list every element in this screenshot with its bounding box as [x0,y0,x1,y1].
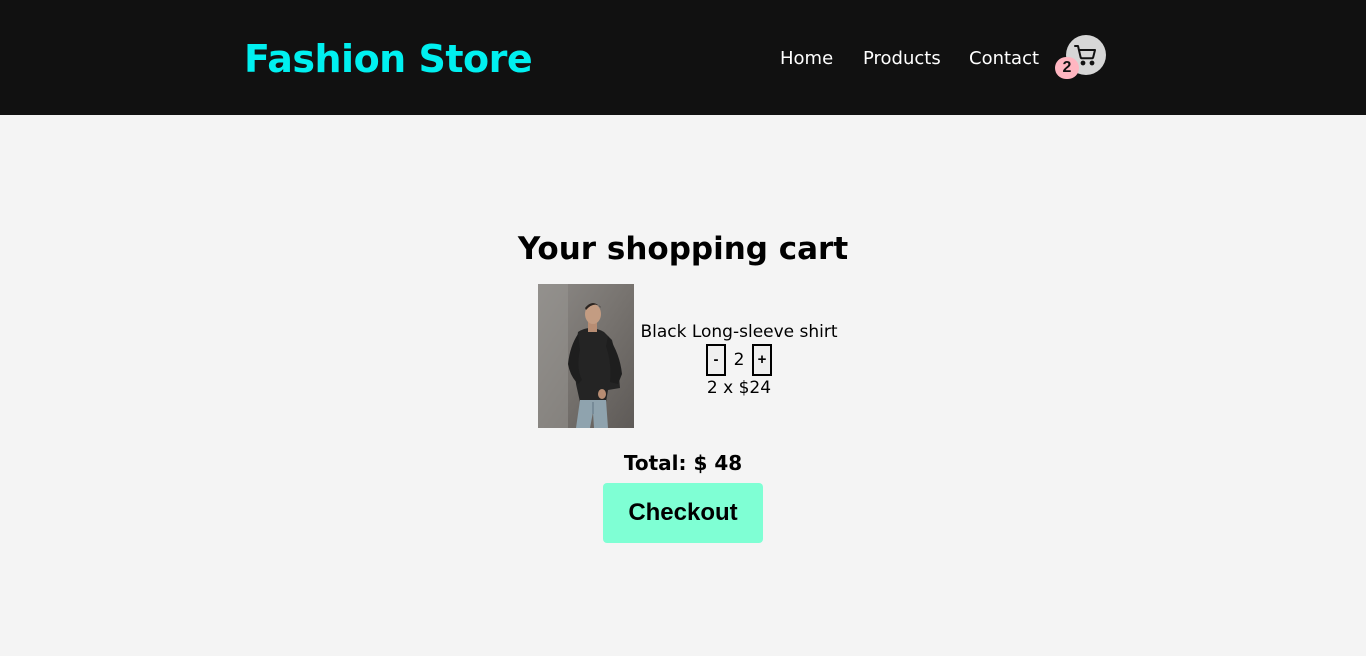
cart-total: Total: $ 48 [623,451,743,475]
decrement-button[interactable]: - [706,344,726,376]
nav-home-link[interactable]: Home [780,47,833,71]
cart-item: Black Long-sleeve shirt - 2 + 2 x $24 [640,320,838,400]
item-name: Black Long-sleeve shirt [640,322,838,342]
site-header: Fashion Store Home Products Contact 2 [0,0,1366,115]
quantity-stepper: - 2 + [640,344,838,376]
product-image [538,284,634,428]
nav-contact-link[interactable]: Contact [969,47,1039,71]
increment-button[interactable]: + [752,344,772,376]
checkout-button[interactable]: Checkout [603,483,763,543]
item-price: 2 x $24 [706,378,772,398]
store-logo[interactable]: Fashion Store [244,36,533,82]
cart-count-badge: 2 [1055,57,1079,79]
nav-products-link[interactable]: Products [863,47,941,71]
quantity-value: 2 [733,350,745,370]
page-title: Your shopping cart [517,231,849,267]
